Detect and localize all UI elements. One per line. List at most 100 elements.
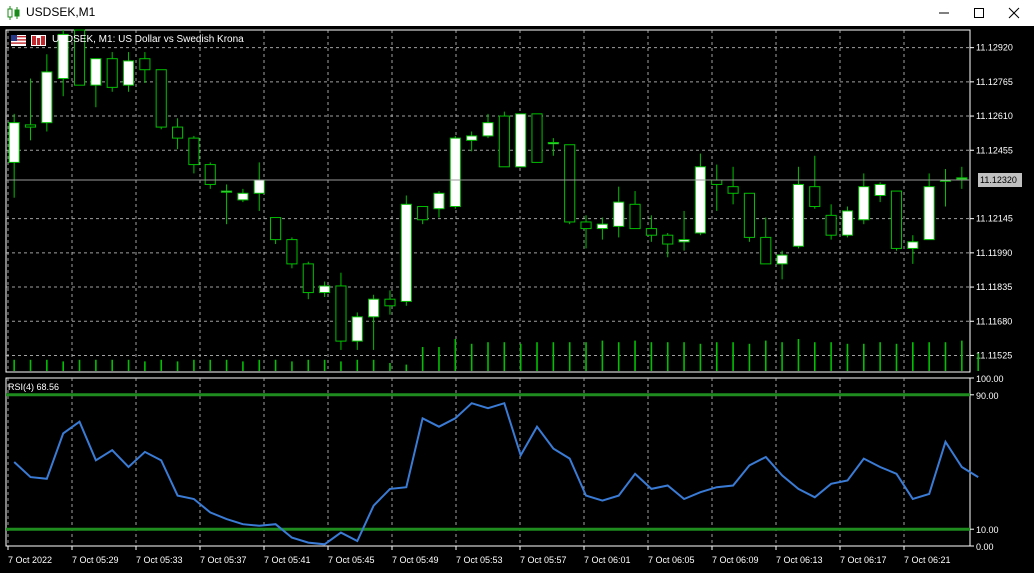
bull-candle <box>221 190 233 193</box>
minimize-button[interactable] <box>924 0 964 26</box>
bull-candle <box>122 60 135 86</box>
bear-candle <box>890 190 903 249</box>
bear-candle <box>564 144 576 223</box>
bull-candle <box>923 186 935 241</box>
window-title: USDSEK,M1 <box>26 5 96 19</box>
chart-info-label: USDSEK, M1: US Dollar vs Swedish Krona <box>52 34 244 45</box>
bear-candle <box>727 186 739 194</box>
rsi-indicator-label: RSI(4) 68.56 <box>8 382 60 392</box>
bear-candle <box>384 298 396 307</box>
time-axis-label: 7 Oct 06:13 <box>776 555 823 565</box>
time-axis-label: 7 Oct 06:01 <box>584 555 631 565</box>
time-axis-label: 7 Oct 06:21 <box>904 555 951 565</box>
bear-candle <box>335 285 347 342</box>
bear-candle <box>286 239 298 265</box>
price-axis-label: 11.11990 <box>976 248 1012 258</box>
bull-candle <box>694 166 706 234</box>
bull-candle <box>237 192 249 201</box>
time-axis-label: 7 Oct 05:41 <box>264 555 311 565</box>
current-price-tag: 11.12320 <box>978 173 1022 188</box>
bear-candle <box>270 217 282 241</box>
time-axis-label: 7 Oct 06:17 <box>840 555 887 565</box>
chart-area[interactable]: 11.12920 11.12765 11.12610 11.12455 11.12145… <box>0 26 1034 573</box>
bear-candle <box>106 58 118 88</box>
candlestick-app-icon <box>7 6 20 20</box>
bear-candle <box>139 58 151 71</box>
bear-candle <box>24 124 37 128</box>
bull-candle <box>874 183 886 196</box>
rsi-scale-label: 0.00 <box>976 542 994 552</box>
price-axis-label: 11.12145 <box>976 214 1013 224</box>
bull-candle <box>319 285 331 294</box>
time-axis-label: 7 Oct 05:49 <box>392 555 439 565</box>
bull-candle <box>351 316 363 342</box>
bull-candle <box>433 192 445 210</box>
bull-candle <box>792 183 805 247</box>
bear-candle <box>645 228 657 236</box>
bull-candle <box>596 223 608 230</box>
rsi-line <box>13 401 979 546</box>
time-axis-label: 7 Oct 06:05 <box>648 555 695 565</box>
price-axis-label: 11.12765 <box>976 77 1013 87</box>
bull-candle <box>547 142 559 145</box>
time-axis-label: 7 Oct 05:37 <box>200 555 247 565</box>
bear-candle <box>760 236 772 265</box>
time-axis-label: 7 Oct 05:57 <box>520 555 567 565</box>
bull-candle <box>466 135 478 141</box>
title-bar: USDSEK,M1 <box>0 0 1034 26</box>
maximize-button[interactable] <box>959 0 999 26</box>
bull-candle <box>515 113 527 168</box>
bull-candle <box>858 186 870 221</box>
bear-candle <box>629 203 641 230</box>
bull-candle <box>90 58 102 86</box>
time-axis-label: 7 Oct 2022 <box>8 555 52 565</box>
rsi-panel-border <box>5 377 971 547</box>
chart-info-icons <box>11 35 47 50</box>
bear-candle <box>498 115 510 168</box>
usd-flag-icon <box>11 35 26 46</box>
bull-candle <box>776 254 788 265</box>
bear-candle <box>417 206 429 221</box>
bull-candle <box>613 201 625 227</box>
bear-candle <box>662 234 674 245</box>
price-axis-label: 11.11525 <box>976 350 1012 360</box>
bear-candle <box>188 137 200 166</box>
rsi-scale-label: 100.00 <box>976 374 1004 384</box>
price-panel-border <box>5 29 971 373</box>
bull-candle <box>956 177 968 180</box>
bear-candle <box>302 263 314 294</box>
close-icon <box>1008 7 1020 19</box>
bear-candle <box>743 192 755 238</box>
bear-candle <box>155 69 167 128</box>
bull-candle <box>482 122 494 137</box>
bull-candle <box>400 203 412 302</box>
sek-flag-icon <box>31 35 46 46</box>
close-button[interactable] <box>994 0 1034 26</box>
rsi-scale-label: 10.00 <box>976 525 999 535</box>
price-chart-svg[interactable]: 11.12920 11.12765 11.12610 11.12455 11.12145… <box>0 26 1034 573</box>
bear-candle <box>531 113 543 163</box>
price-axis-label: 11.11680 <box>976 316 1012 326</box>
minimize-icon <box>939 12 949 14</box>
bull-candle <box>41 71 53 124</box>
bear-candle <box>809 186 821 208</box>
bear-candle <box>204 164 216 185</box>
bear-candle <box>171 126 184 139</box>
bull-candle <box>907 241 919 249</box>
time-axis-label: 7 Oct 06:09 <box>712 555 759 565</box>
price-axis-label: 11.12920 <box>976 43 1013 53</box>
bear-candle <box>825 214 837 236</box>
bull-candle <box>368 298 380 318</box>
price-axis-label: 11.12455 <box>976 145 1013 155</box>
time-axis-label: 7 Oct 05:45 <box>328 555 375 565</box>
rsi-scale-label: 90.00 <box>976 391 999 401</box>
bull-candle <box>253 179 265 194</box>
bull-candle <box>8 122 20 163</box>
time-axis-label: 7 Oct 05:33 <box>136 555 183 565</box>
price-axis-label: 11.12610 <box>976 111 1013 121</box>
time-axis-label: 7 Oct 05:29 <box>72 555 119 565</box>
bear-candle <box>580 221 592 230</box>
maximize-icon <box>974 8 984 18</box>
bull-candle <box>678 239 690 243</box>
bull-candle <box>841 210 854 236</box>
